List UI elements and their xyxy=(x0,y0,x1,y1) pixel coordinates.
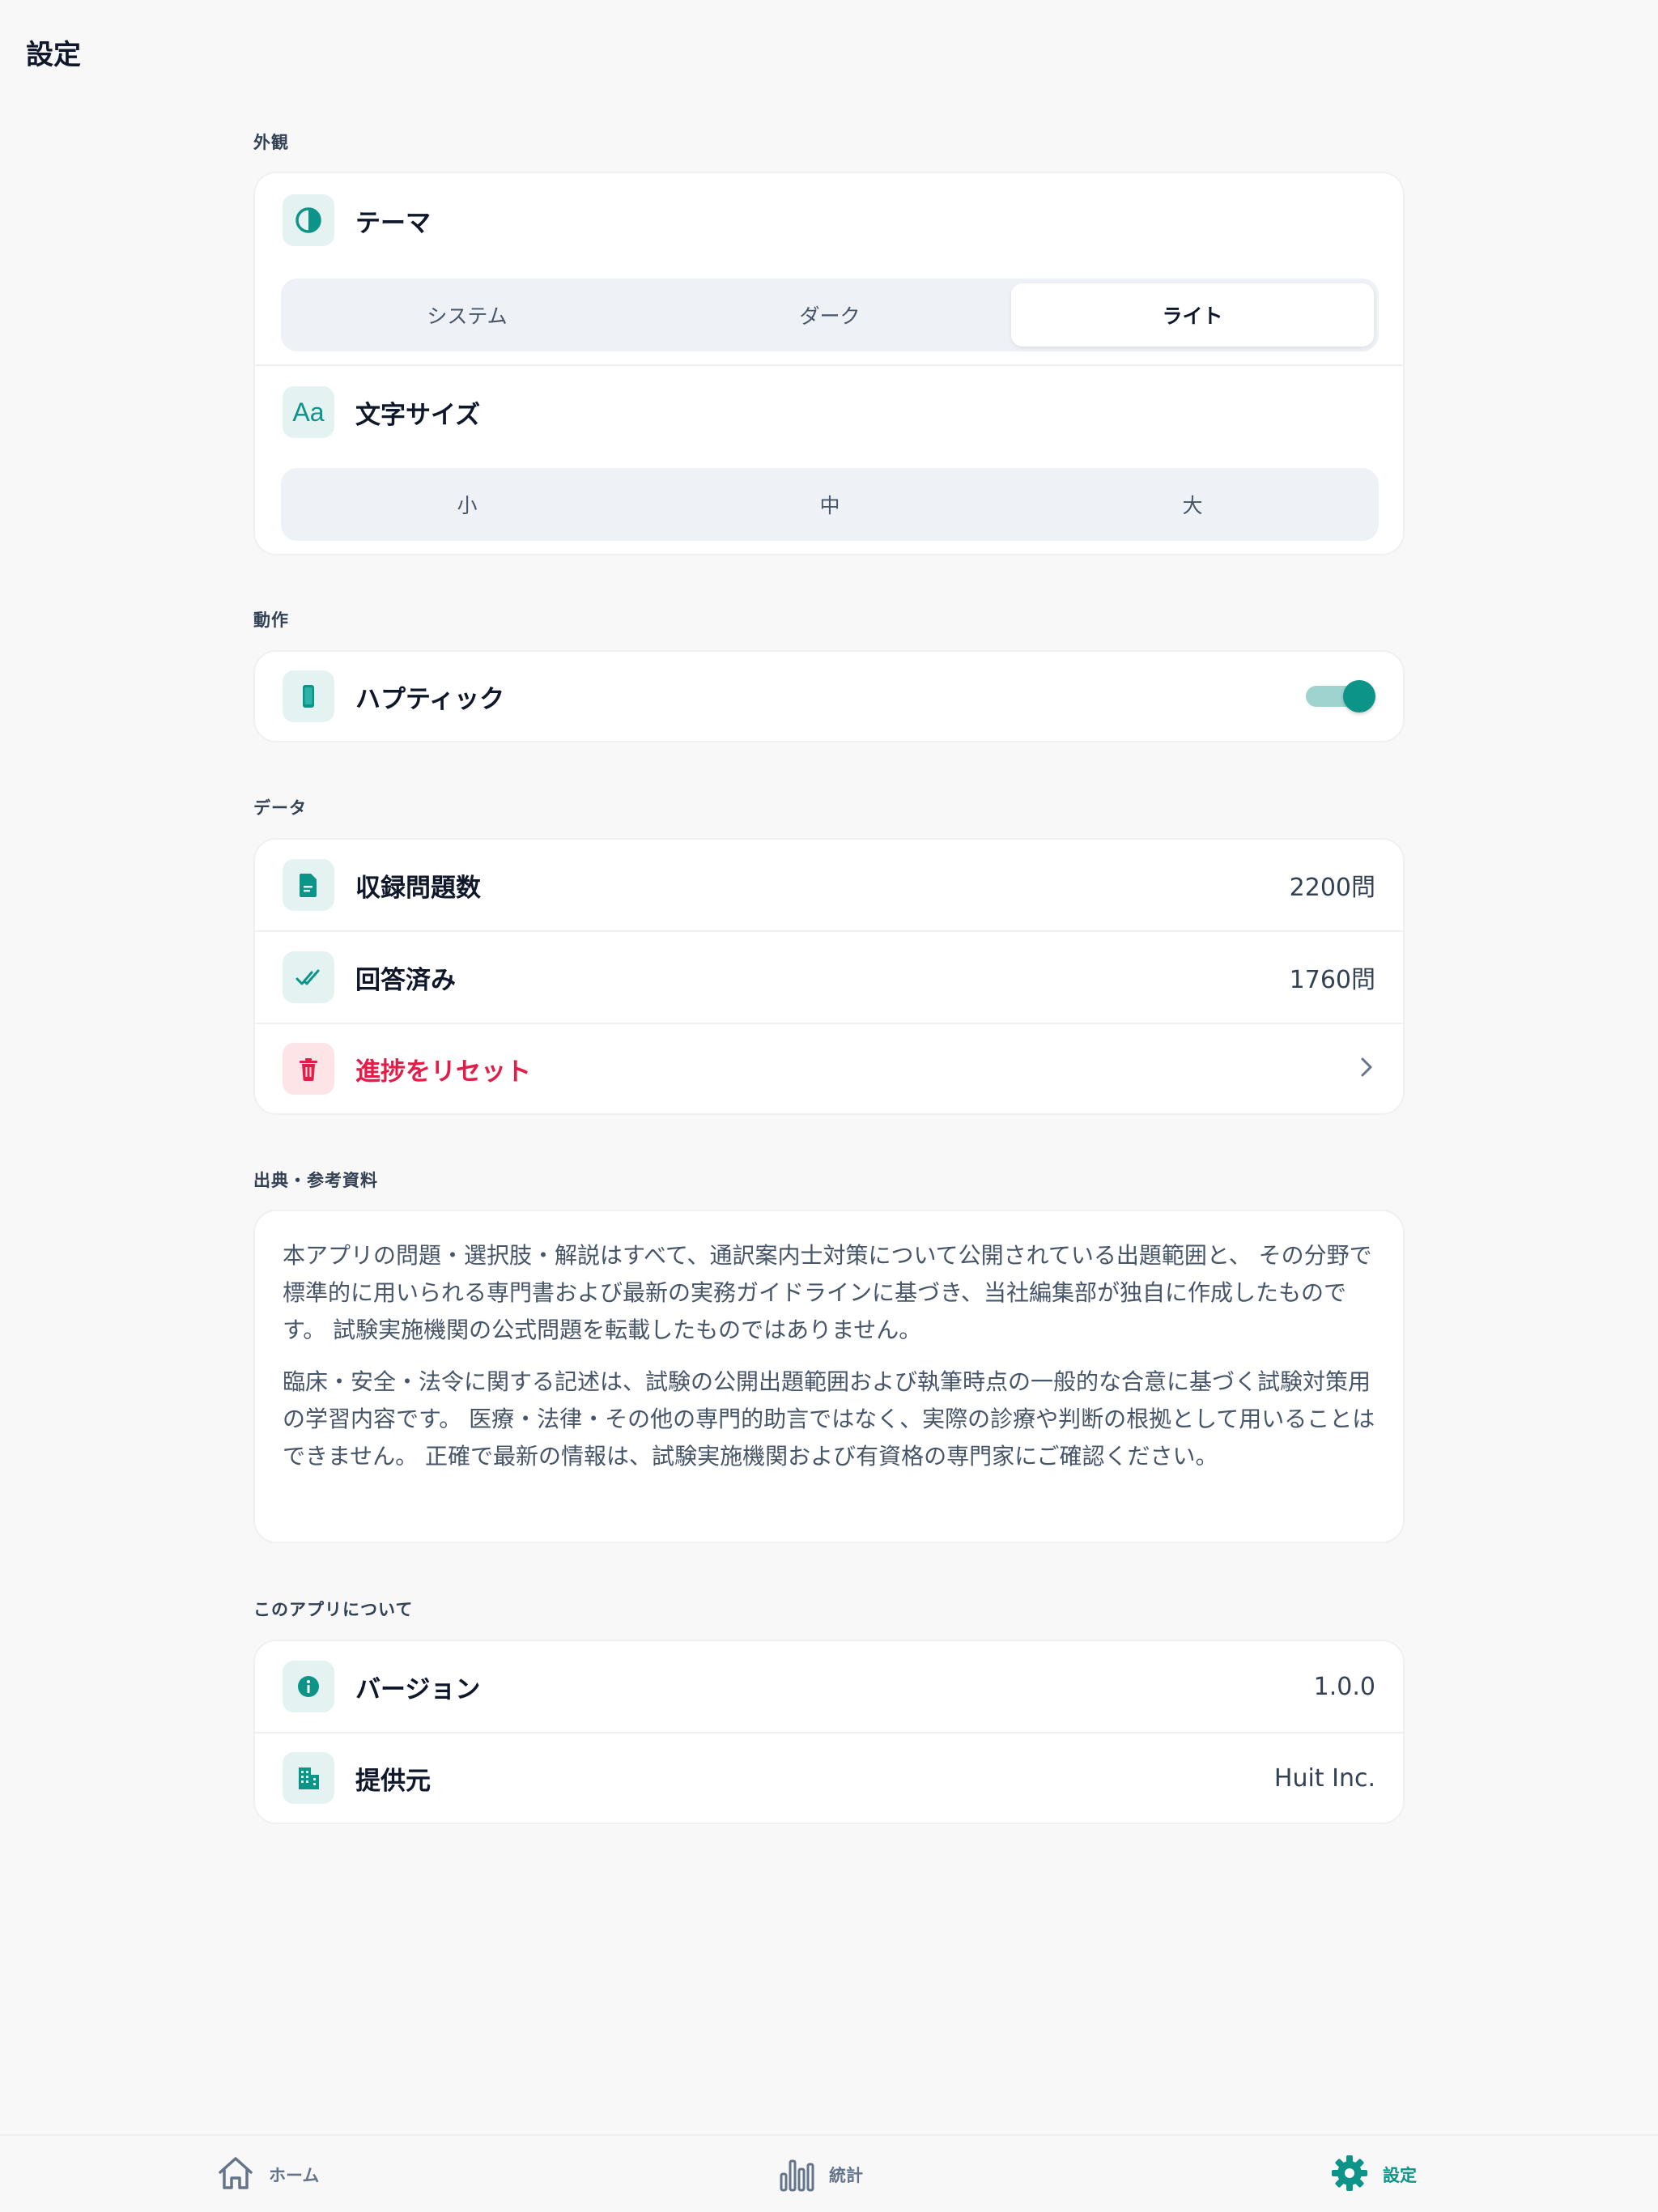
trash-icon xyxy=(283,1043,334,1095)
provider-value: Huit Inc. xyxy=(1273,1763,1375,1793)
reset-progress-label: 進捗をリセット xyxy=(355,1057,531,1087)
settings-page: 設定 外観 テーマ システム ダーク ライト Aa 文字サイズ 小 中 大 動作… xyxy=(0,0,1658,2212)
tab-stats-label: 統計 xyxy=(829,2166,863,2185)
home-icon xyxy=(215,2153,256,2197)
sources-card: 本アプリの問題・選択肢・解説はすべて、通訳案内士対策について公開されている出題範… xyxy=(253,1210,1405,1543)
provider-row: 提供元 Huit Inc. xyxy=(255,1732,1403,1823)
phone-icon xyxy=(283,670,334,722)
bar-chart-icon xyxy=(779,2153,816,2197)
answered-label: 回答済み xyxy=(355,965,456,995)
tab-stats[interactable]: 統計 xyxy=(779,2136,863,2212)
theme-segmented-control: システム ダーク ライト xyxy=(281,279,1379,351)
font-size-label: 文字サイズ xyxy=(355,400,481,430)
appearance-card: テーマ システム ダーク ライト Aa 文字サイズ 小 中 大 xyxy=(253,172,1405,555)
version-label: バージョン xyxy=(355,1674,481,1704)
reset-progress-row[interactable]: 進捗をリセット xyxy=(255,1023,1403,1113)
double-check-icon xyxy=(283,951,334,1003)
tab-settings-label: 設定 xyxy=(1383,2166,1417,2185)
theme-label: テーマ xyxy=(355,208,431,238)
version-row: バージョン 1.0.0 xyxy=(255,1641,1403,1732)
sources-paragraph-2: 臨床・安全・法令に関する記述は、試験の公開出題範囲および執筆時点の一般的な合意に… xyxy=(283,1368,1375,1470)
theme-option-light[interactable]: ライト xyxy=(1011,283,1374,347)
font-size-option-large[interactable]: 大 xyxy=(1011,473,1374,536)
behavior-card: ハプティック xyxy=(253,650,1405,742)
total-questions-row: 収録問題数 2200問 xyxy=(255,840,1403,930)
text-size-icon: Aa xyxy=(283,386,334,438)
haptics-row: ハプティック xyxy=(255,652,1403,741)
about-card: バージョン 1.0.0 提供元 Huit Inc. xyxy=(253,1640,1405,1824)
gear-icon xyxy=(1329,2153,1370,2197)
theme-option-system[interactable]: システム xyxy=(286,283,648,347)
info-icon xyxy=(283,1661,334,1712)
theme-row: テーマ xyxy=(255,173,1403,267)
sources-paragraph-1: 本アプリの問題・選択肢・解説はすべて、通訳案内士対策について公開されている出題範… xyxy=(283,1242,1372,1343)
font-size-row: Aa 文字サイズ xyxy=(255,364,1403,458)
provider-label: 提供元 xyxy=(355,1766,431,1796)
tab-settings[interactable]: 設定 xyxy=(1329,2136,1417,2212)
font-size-option-medium[interactable]: 中 xyxy=(648,473,1011,536)
section-label-about: このアプリについて xyxy=(253,1600,414,1619)
answered-row: 回答済み 1760問 xyxy=(255,930,1403,1023)
tab-home-label: ホーム xyxy=(269,2166,320,2185)
data-card: 収録問題数 2200問 回答済み 1760問 進捗をリセット xyxy=(253,838,1405,1115)
version-value: 1.0.0 xyxy=(1313,1672,1375,1701)
chevron-right-icon xyxy=(1358,1055,1375,1083)
section-label-behavior: 動作 xyxy=(253,610,289,630)
haptics-label: ハプティック xyxy=(355,684,505,714)
tab-bar: ホーム 統計 設定 xyxy=(0,2134,1658,2212)
document-icon xyxy=(283,859,334,911)
font-size-segmented-control: 小 中 大 xyxy=(281,468,1379,541)
section-label-sources: 出典・参考資料 xyxy=(253,1171,378,1190)
total-questions-label: 収録問題数 xyxy=(355,873,481,903)
building-icon xyxy=(283,1752,334,1804)
theme-option-dark[interactable]: ダーク xyxy=(648,283,1011,347)
total-questions-value: 2200問 xyxy=(1289,874,1375,902)
tab-home[interactable]: ホーム xyxy=(215,2136,319,2212)
haptics-toggle[interactable] xyxy=(1306,680,1375,713)
page-title: 設定 xyxy=(26,39,81,71)
font-size-option-small[interactable]: 小 xyxy=(286,473,648,536)
toggle-thumb xyxy=(1343,680,1375,713)
section-label-appearance: 外観 xyxy=(253,133,289,152)
contrast-icon xyxy=(283,194,334,246)
answered-value: 1760問 xyxy=(1289,966,1375,994)
section-label-data: データ xyxy=(253,798,307,818)
